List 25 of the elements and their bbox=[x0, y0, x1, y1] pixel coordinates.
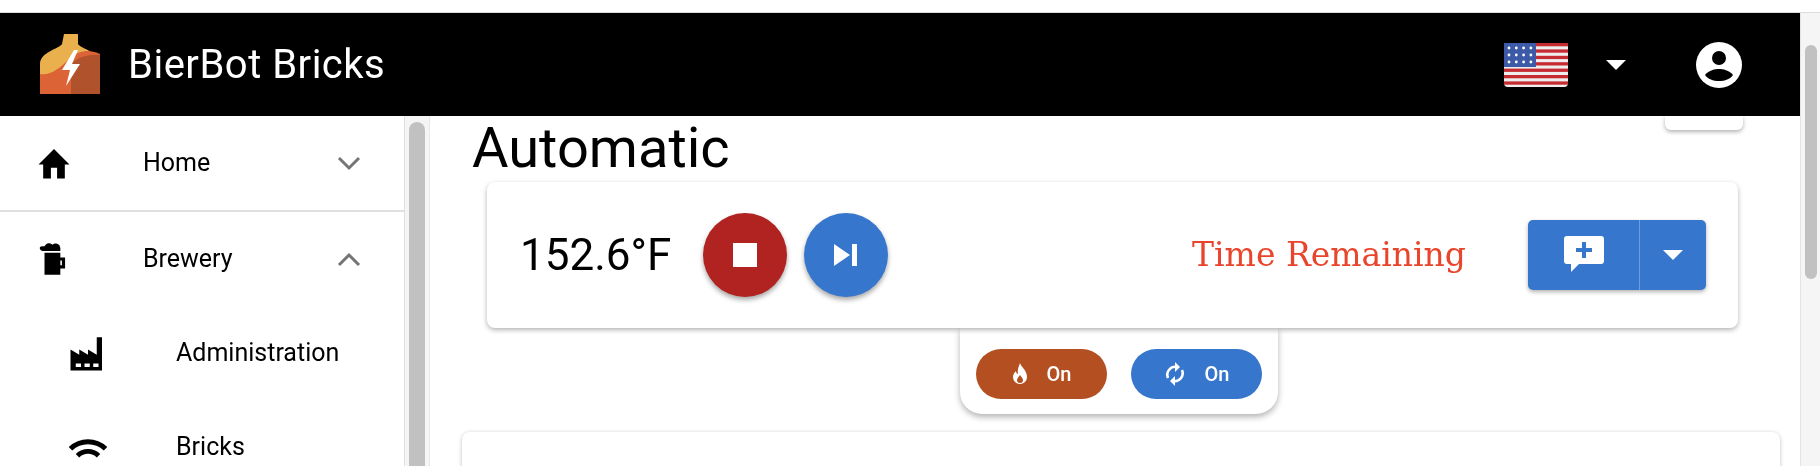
split-button[interactable] bbox=[1528, 220, 1706, 290]
flame-icon bbox=[1010, 362, 1029, 386]
caret-icon bbox=[1663, 250, 1683, 260]
page-heading: Automatic bbox=[472, 118, 730, 178]
account-icon[interactable] bbox=[1696, 41, 1742, 88]
heating-toggle[interactable]: On bbox=[975, 349, 1107, 399]
time-remaining-label: Time Remaining bbox=[1192, 234, 1466, 277]
app-title: BierBot Bricks bbox=[128, 39, 386, 90]
sidebar-subitem[interactable]: Administration bbox=[0, 306, 404, 400]
scrollbar-thumb[interactable] bbox=[1804, 45, 1817, 279]
pump-toggle[interactable]: On bbox=[1130, 349, 1262, 399]
sidebar-subitem[interactable]: Bricks bbox=[0, 400, 404, 466]
chevron-down-icon[interactable] bbox=[336, 155, 362, 171]
sidebar-item[interactable]: Brewery bbox=[0, 212, 404, 306]
stop-button[interactable] bbox=[703, 213, 788, 297]
chevron-up-icon[interactable] bbox=[336, 251, 362, 267]
skip-next-icon bbox=[834, 244, 859, 266]
stop-icon bbox=[733, 243, 758, 267]
skip-button[interactable] bbox=[804, 213, 889, 297]
caret-icon[interactable] bbox=[1606, 59, 1626, 70]
scrollbar-thumb[interactable] bbox=[409, 122, 425, 466]
temperature-reading: 152.6°F bbox=[520, 228, 672, 283]
us-flag-icon[interactable] bbox=[1504, 42, 1568, 87]
sidebar-item[interactable]: Home bbox=[0, 116, 404, 210]
logo-icon bbox=[38, 33, 102, 96]
